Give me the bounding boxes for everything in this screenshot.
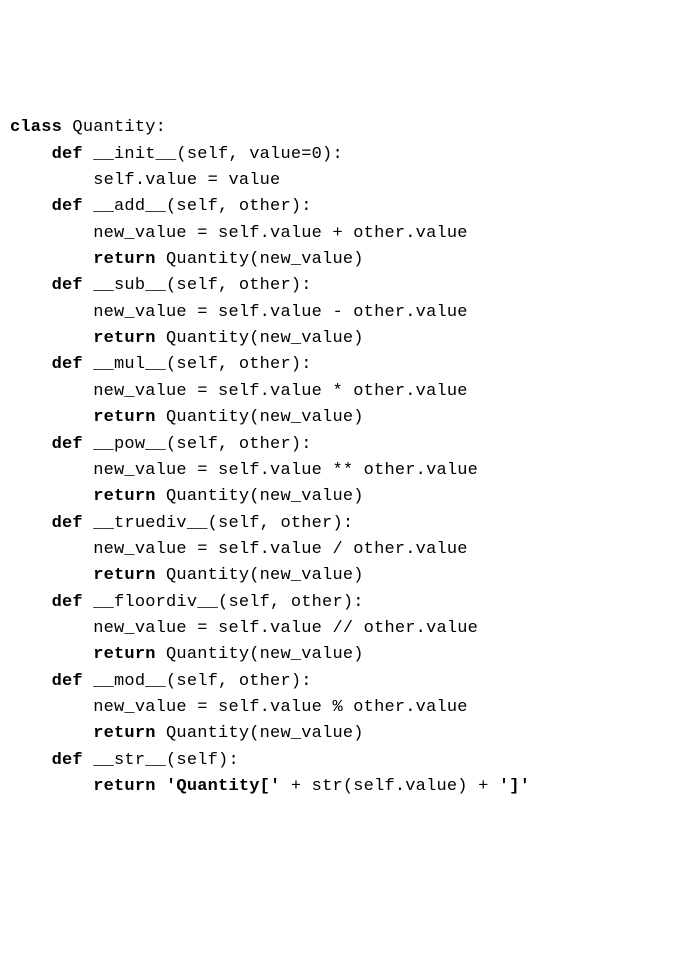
keyword-token: def <box>52 276 94 295</box>
indent <box>10 566 93 585</box>
keyword-token: def <box>52 593 94 612</box>
code-token: __init__(self, value=0): <box>93 145 343 164</box>
code-token: Quantity(new_value) <box>166 250 364 269</box>
code-line: def __truediv__(self, other): <box>10 511 675 537</box>
code-token: Quantity(new_value) <box>166 408 364 427</box>
keyword-token: return <box>93 250 166 269</box>
code-token: __str__(self): <box>93 751 239 770</box>
code-token: __pow__(self, other): <box>93 435 311 454</box>
indent <box>10 698 93 717</box>
code-line: def __mul__(self, other): <box>10 352 675 378</box>
code-line: return Quantity(new_value) <box>10 642 675 668</box>
code-token: new_value = self.value - other.value <box>93 303 467 322</box>
indent <box>10 435 52 454</box>
code-line: def __str__(self): <box>10 748 675 774</box>
code-line: return Quantity(new_value) <box>10 563 675 589</box>
indent <box>10 777 93 796</box>
code-token: + str(self.value) + <box>291 777 499 796</box>
code-token: __floordiv__(self, other): <box>93 593 363 612</box>
code-line: return Quantity(new_value) <box>10 247 675 273</box>
code-token: Quantity: <box>72 118 166 137</box>
indent <box>10 382 93 401</box>
keyword-token: def <box>52 672 94 691</box>
indent <box>10 303 93 322</box>
indent <box>10 540 93 559</box>
indent <box>10 645 93 664</box>
keyword-token: def <box>52 355 94 374</box>
code-line: def __floordiv__(self, other): <box>10 590 675 616</box>
code-line: new_value = self.value / other.value <box>10 537 675 563</box>
code-line: def __init__(self, value=0): <box>10 142 675 168</box>
keyword-token: return <box>93 487 166 506</box>
keyword-token: return <box>93 566 166 585</box>
code-token: __mul__(self, other): <box>93 355 311 374</box>
keyword-token: def <box>52 751 94 770</box>
code-line: return Quantity(new_value) <box>10 721 675 747</box>
keyword-token: def <box>52 514 94 533</box>
code-line: return Quantity(new_value) <box>10 405 675 431</box>
code-token: Quantity(new_value) <box>166 487 364 506</box>
code-line: new_value = self.value ** other.value <box>10 458 675 484</box>
indent <box>10 145 52 164</box>
indent <box>10 408 93 427</box>
indent <box>10 619 93 638</box>
code-line: return 'Quantity[' + str(self.value) + '… <box>10 774 675 800</box>
code-token: new_value = self.value // other.value <box>93 619 478 638</box>
code-token: __add__(self, other): <box>93 197 311 216</box>
code-token: new_value = self.value ** other.value <box>93 461 478 480</box>
indent <box>10 197 52 216</box>
indent <box>10 171 93 190</box>
indent <box>10 250 93 269</box>
indent <box>10 593 52 612</box>
keyword-token: return <box>93 408 166 427</box>
code-line: def __mod__(self, other): <box>10 669 675 695</box>
code-line: class Quantity: <box>10 115 675 141</box>
code-token: __truediv__(self, other): <box>93 514 353 533</box>
keyword-token: return <box>93 329 166 348</box>
keyword-token: def <box>52 197 94 216</box>
code-line: def __pow__(self, other): <box>10 432 675 458</box>
code-line: def __sub__(self, other): <box>10 273 675 299</box>
keyword-token: def <box>52 435 94 454</box>
code-token: __sub__(self, other): <box>93 276 311 295</box>
keyword-token: ']' <box>499 777 530 796</box>
indent <box>10 487 93 506</box>
code-line: new_value = self.value % other.value <box>10 695 675 721</box>
indent <box>10 224 93 243</box>
code-token: new_value = self.value + other.value <box>93 224 467 243</box>
code-block: class Quantity: def __init__(self, value… <box>10 115 675 800</box>
indent <box>10 276 52 295</box>
code-line: self.value = value <box>10 168 675 194</box>
code-token: self.value = value <box>93 171 280 190</box>
indent <box>10 672 52 691</box>
code-token: new_value = self.value * other.value <box>93 382 467 401</box>
keyword-token: def <box>52 145 94 164</box>
code-token: Quantity(new_value) <box>166 724 364 743</box>
keyword-token: return <box>93 724 166 743</box>
code-line: return Quantity(new_value) <box>10 326 675 352</box>
code-line: new_value = self.value - other.value <box>10 300 675 326</box>
code-token: Quantity(new_value) <box>166 566 364 585</box>
indent <box>10 514 52 533</box>
indent <box>10 724 93 743</box>
code-line: new_value = self.value // other.value <box>10 616 675 642</box>
code-line: new_value = self.value + other.value <box>10 221 675 247</box>
code-token: __mod__(self, other): <box>93 672 311 691</box>
indent <box>10 355 52 374</box>
keyword-token: class <box>10 118 72 137</box>
code-token: new_value = self.value % other.value <box>93 698 467 717</box>
code-line: new_value = self.value * other.value <box>10 379 675 405</box>
code-token: Quantity(new_value) <box>166 329 364 348</box>
keyword-token: return <box>93 645 166 664</box>
code-token: new_value = self.value / other.value <box>93 540 467 559</box>
indent <box>10 751 52 770</box>
keyword-token: return 'Quantity[' <box>93 777 291 796</box>
indent <box>10 329 93 348</box>
code-token: Quantity(new_value) <box>166 645 364 664</box>
code-line: def __add__(self, other): <box>10 194 675 220</box>
indent <box>10 461 93 480</box>
code-line: return Quantity(new_value) <box>10 484 675 510</box>
